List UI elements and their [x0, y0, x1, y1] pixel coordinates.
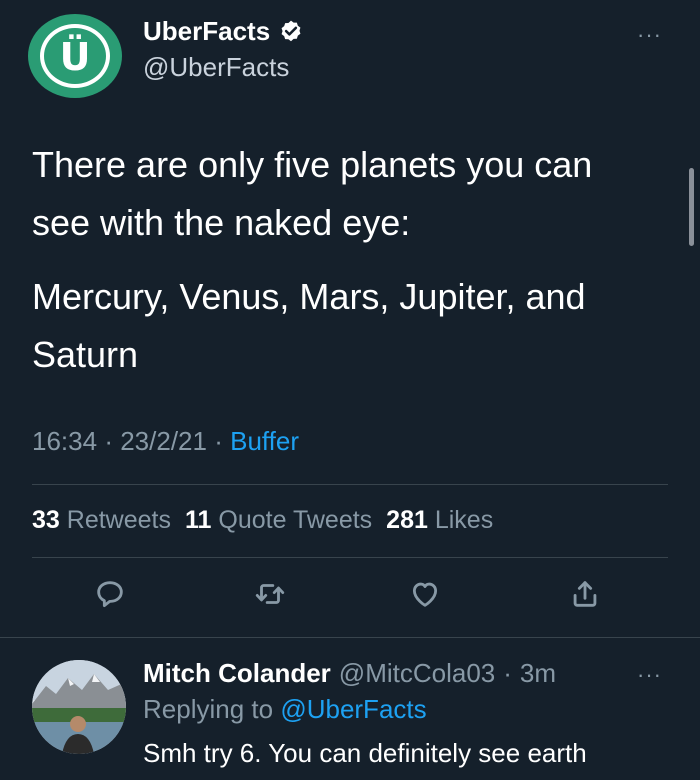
- avatar-logo-ring: Ü: [40, 24, 110, 88]
- replying-to-mention[interactable]: @UberFacts: [280, 694, 426, 724]
- avatar-photo: [32, 660, 126, 754]
- reply-time[interactable]: 3m: [520, 658, 556, 689]
- share-button[interactable]: [565, 574, 605, 614]
- scrollbar-thumb[interactable]: [689, 168, 694, 246]
- tweet-stats: 33 Retweets 11 Quote Tweets 281 Likes: [32, 506, 493, 535]
- tweet-source-link[interactable]: Buffer: [230, 426, 299, 456]
- verified-badge-icon: [281, 20, 301, 41]
- tweet-date[interactable]: 23/2/21: [120, 426, 207, 456]
- reply-header: Mitch Colander @MitcCola03 · 3m: [143, 658, 556, 689]
- tweet-text-paragraph-1: There are only five planets you can see …: [32, 144, 593, 243]
- divider: [32, 557, 668, 558]
- heart-icon: [412, 582, 438, 607]
- avatar-logo-letter: Ü: [59, 35, 91, 79]
- reply-text: Smh try 6. You can definitely see earth: [143, 738, 587, 768]
- likes-stat[interactable]: 281 Likes: [386, 506, 493, 535]
- tweet-text-paragraph-2: Mercury, Venus, Mars, Jupiter, and Satur…: [32, 276, 586, 375]
- tweet-actions-bar: [0, 574, 700, 624]
- reply-divider: [0, 637, 700, 638]
- uberfacts-avatar[interactable]: Ü: [28, 14, 122, 98]
- reply-author-handle[interactable]: @MitcCola03: [339, 658, 495, 689]
- likes-label: Likes: [434, 506, 494, 534]
- author-name[interactable]: UberFacts: [143, 16, 270, 47]
- retweet-button[interactable]: [250, 574, 290, 614]
- reply-author-avatar[interactable]: [32, 660, 126, 754]
- quote-tweets-label: Quote Tweets: [218, 506, 373, 534]
- author-name-row[interactable]: UberFacts: [143, 16, 304, 47]
- like-button[interactable]: [405, 574, 445, 614]
- replying-to-prefix: Replying to: [143, 694, 274, 724]
- retweet-icon: [255, 584, 285, 604]
- quote-tweets-count: 11: [184, 506, 212, 534]
- reply-icon: [97, 581, 123, 608]
- more-options-icon[interactable]: ···: [637, 22, 662, 48]
- quote-tweets-stat[interactable]: 11 Quote Tweets: [185, 506, 372, 535]
- reply-separator: ·: [503, 658, 512, 688]
- retweets-count: 33: [32, 506, 60, 534]
- retweets-stat[interactable]: 33 Retweets: [32, 506, 171, 535]
- reply-button[interactable]: [90, 574, 130, 614]
- likes-count: 281: [386, 506, 428, 534]
- reply-more-options-icon[interactable]: ···: [637, 662, 662, 688]
- replying-to: Replying to @UberFacts: [143, 694, 427, 725]
- reply-author-name[interactable]: Mitch Colander: [143, 658, 331, 689]
- meta-separator: ·: [214, 426, 223, 456]
- divider: [32, 484, 668, 485]
- author-handle[interactable]: @UberFacts: [143, 52, 289, 83]
- meta-separator: ·: [104, 426, 113, 456]
- tweet-time[interactable]: 16:34: [32, 426, 97, 456]
- retweets-label: Retweets: [66, 506, 171, 534]
- share-icon: [573, 581, 597, 607]
- tweet-meta: 16:34 · 23/2/21 · Buffer: [32, 426, 299, 457]
